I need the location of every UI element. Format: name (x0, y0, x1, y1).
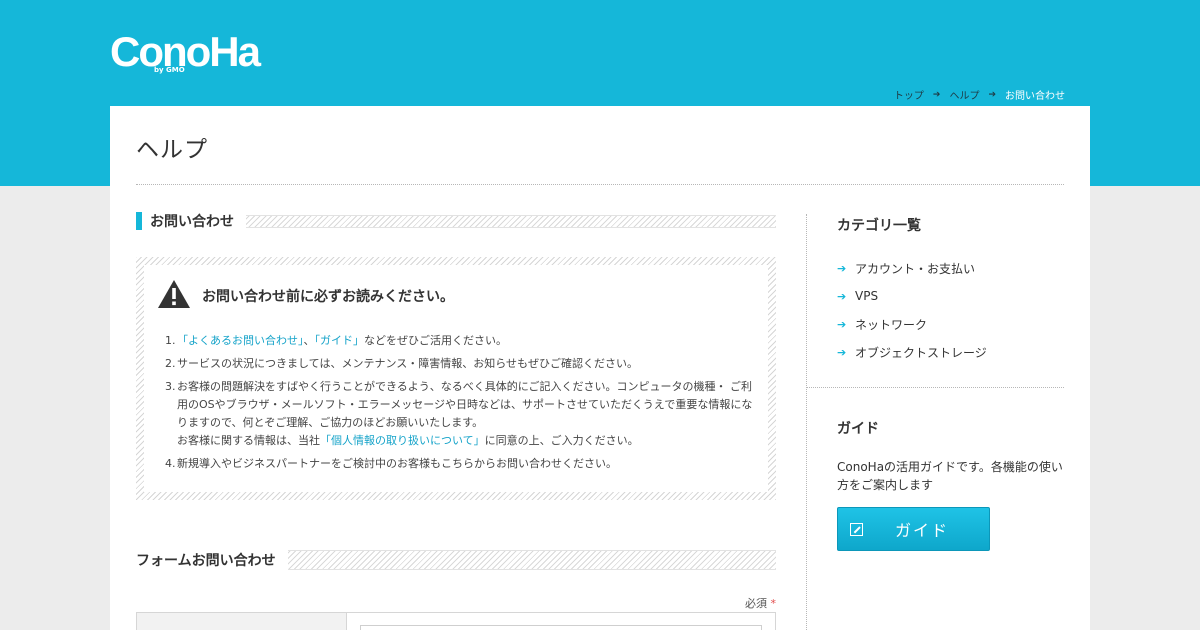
notice-item-4: 4. 新規導入やビジネスパートナーをご検討中のお客様もこちらからお問い合わせくだ… (165, 457, 617, 470)
category-item-object-storage[interactable]: ➔ オブジェクトストレージ (837, 338, 987, 366)
arrow-right-icon: ➔ (837, 289, 847, 303)
notice-item-2: 2. サービスの状況につきましては、メンテナンス・障害情報、お知らせもぜひご確認… (165, 357, 639, 370)
form-input[interactable] (360, 625, 762, 630)
section-accent-bar (136, 212, 142, 230)
arrow-right-icon: ➔ (837, 345, 847, 359)
required-mark: * (770, 597, 777, 610)
notice-title: お問い合わせ前に必ずお読みください。 (202, 289, 454, 305)
sidebar-divider (806, 214, 807, 630)
title-divider (136, 184, 1064, 185)
faq-link[interactable]: 「よくあるお問い合わせ」 (177, 334, 304, 347)
arrow-right-icon: ➔ (837, 317, 847, 331)
category-item-vps[interactable]: ➔ VPS (837, 282, 987, 310)
section-header-form: フォームお問い合わせ (136, 550, 776, 570)
privacy-policy-link[interactable]: 「個人情報の取り扱いについて」 (320, 434, 485, 447)
arrow-right-icon: ➔ (837, 261, 847, 275)
notice-item-3: 3. お客様の問題解決をすばやく行うことができるよう、なるべく具体的にご記入くだ… (165, 380, 753, 447)
notice-list: 1. 「よくあるお問い合わせ」、「ガイド」などをぜひご活用ください。 2. サー… (165, 332, 759, 478)
category-list: ➔ アカウント・お支払い ➔ VPS ➔ ネットワーク ➔ オブジェクトストレー… (837, 254, 987, 366)
category-title: カテゴリ一覧 (837, 218, 921, 234)
section-hatch-rule (246, 214, 776, 228)
breadcrumb: トップ ➔ ヘルプ ➔ お問い合わせ (894, 87, 1065, 103)
form-label-cell (137, 613, 347, 630)
required-note: 必須 * (745, 597, 777, 610)
external-link-icon (850, 522, 863, 536)
guide-link[interactable]: 「ガイド」 (315, 334, 365, 347)
arrow-right-icon: ➔ (988, 89, 996, 100)
notice-inner: お問い合わせ前に必ずお読みください。 1. 「よくあるお問い合わせ」、「ガイド」… (144, 265, 768, 492)
page-title: ヘルプ (136, 137, 208, 163)
contact-form-table (136, 612, 776, 630)
guide-button[interactable]: ガイド (837, 507, 990, 551)
form-section-title: フォームお問い合わせ (136, 553, 276, 569)
category-item-account[interactable]: ➔ アカウント・お支払い (837, 254, 987, 282)
breadcrumb-current: お問い合わせ (1005, 91, 1065, 102)
breadcrumb-top[interactable]: トップ (894, 87, 924, 102)
section-hatch-rule (287, 550, 776, 570)
conoha-logo[interactable]: ConoHa by GMO (110, 30, 261, 75)
form-field-cell (347, 613, 775, 630)
notice-item-1: 1. 「よくあるお問い合わせ」、「ガイド」などをぜひご活用ください。 (165, 334, 507, 347)
guide-title: ガイド (837, 421, 879, 437)
sidebar-divider-horizontal (807, 387, 1064, 388)
category-item-network[interactable]: ➔ ネットワーク (837, 310, 987, 338)
notice-box: お問い合わせ前に必ずお読みください。 1. 「よくあるお問い合わせ」、「ガイド」… (136, 257, 776, 500)
section-title: お問い合わせ (150, 214, 234, 230)
arrow-right-icon: ➔ (932, 89, 941, 100)
section-header-contact: お問い合わせ (136, 211, 776, 231)
logo-sub: by GMO (154, 66, 185, 74)
guide-button-label: ガイド (895, 521, 950, 540)
guide-description: ConoHaの活用ガイドです。各機能の使い方をご案内します (837, 460, 1063, 492)
warning-icon (158, 280, 190, 308)
content-panel: ヘルプ お問い合わせ お問い合わせ前に必ずお読みください。 1. 「よくあるお問… (110, 106, 1090, 630)
breadcrumb-help[interactable]: ヘルプ (949, 87, 979, 102)
